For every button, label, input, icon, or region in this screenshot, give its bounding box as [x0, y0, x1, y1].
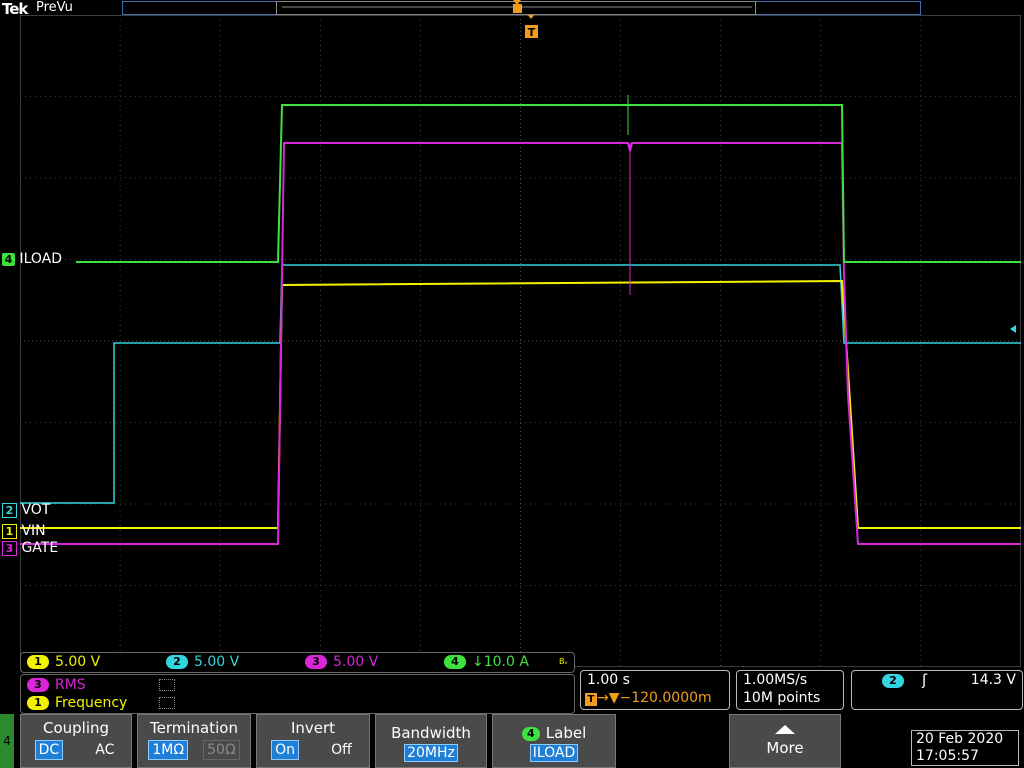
termination-1mohm[interactable]: 1MΩ	[148, 740, 189, 760]
channel-scale-readout: 1 5.00 V 2 5.00 V 3 5.00 V 4 ↓10.0 A Bᵥ	[20, 652, 575, 673]
sample-rate: 1.00MS/s	[743, 672, 808, 688]
ch3-label: GATE	[21, 540, 59, 556]
coupling-ac[interactable]: AC	[92, 741, 117, 759]
coupling-title: Coupling	[42, 719, 110, 737]
ch4-label: ILOAD	[19, 251, 63, 267]
invert-on[interactable]: On	[271, 740, 300, 760]
horizontal-position: T →▼−120.0000m	[585, 690, 727, 706]
horizontal-scale: 1.00 s	[587, 672, 630, 688]
coupling-button[interactable]: Coupling DC AC	[20, 714, 132, 768]
trigger-source: 2	[882, 674, 904, 688]
bandwidth-limit-indicator: Bᵥ	[559, 657, 568, 666]
ch4-scale[interactable]: 4 ↓10.0 A	[444, 654, 529, 670]
coupling-dc[interactable]: DC	[34, 740, 64, 760]
ch2-marker[interactable]: 2 VOT	[2, 502, 50, 518]
trigger-readout[interactable]: 2 ʃ 14.3 V	[851, 670, 1023, 710]
ch4-badge: 4	[2, 253, 15, 266]
horizontal-readout[interactable]: 1.00 s T →▼−120.0000m	[580, 670, 730, 710]
date-time-display: 20 Feb 2020 17:05:57	[911, 730, 1019, 766]
measurement-rms: 3 RMS	[27, 677, 86, 693]
ch1-scale[interactable]: 1 5.00 V	[27, 654, 100, 670]
more-label: More	[766, 739, 804, 757]
ch3-badge: 3	[2, 541, 17, 556]
acquisition-readout[interactable]: 1.00MS/s 10M points	[736, 670, 844, 710]
top-bar: Tek PreVu	[0, 0, 1024, 18]
bandwidth-button[interactable]: Bandwidth 20MHz	[375, 714, 487, 768]
more-button[interactable]: More	[729, 714, 841, 768]
time: 17:05:57	[916, 748, 979, 764]
measurement-frequency: 1 Frequency	[27, 695, 127, 711]
ch1-label: VIN	[21, 523, 46, 539]
invert-button[interactable]: Invert On Off	[256, 714, 370, 768]
label-button[interactable]: 4 Label ILOAD	[492, 714, 616, 768]
ch4-marker[interactable]: 4 ILOAD	[2, 251, 62, 267]
svg-text:T: T	[528, 26, 536, 39]
ch3-marker[interactable]: 3 GATE	[2, 540, 58, 556]
measurement-readout[interactable]: 3 RMS 1 Frequency	[20, 674, 575, 714]
trigger-level: 14.3 V	[970, 672, 1016, 688]
waveform-display[interactable]: T	[20, 15, 1021, 667]
ch2-label: VOT	[21, 502, 51, 518]
termination-50ohm[interactable]: 50Ω	[203, 740, 240, 760]
record-length: 10M points	[743, 690, 821, 706]
invert-title: Invert	[290, 719, 336, 737]
label-value: ILOAD	[529, 744, 579, 762]
trigger-t-icon: T	[585, 693, 597, 706]
measurement-value-placeholder	[159, 697, 175, 709]
bandwidth-title: Bandwidth	[391, 724, 471, 742]
trigger-pos-marker-icon	[282, 0, 752, 13]
ch1-marker[interactable]: 1 VIN	[2, 523, 46, 539]
ch3-scale[interactable]: 3 5.00 V	[305, 654, 378, 670]
termination-button[interactable]: Termination 1MΩ 50Ω	[137, 714, 251, 768]
ch2-badge: 2	[2, 503, 17, 518]
date: 20 Feb 2020	[916, 731, 1004, 747]
measurement-value-placeholder	[159, 679, 175, 691]
ch2-scale[interactable]: 2 5.00 V	[166, 654, 239, 670]
termination-title: Termination	[150, 719, 238, 737]
menu-channel-tab: 4	[0, 714, 14, 768]
invert-off[interactable]: Off	[328, 741, 355, 759]
bandwidth-value: 20MHz	[404, 744, 458, 762]
trigger-slope-icon: ʃ	[922, 671, 928, 689]
label-title: 4 Label	[493, 724, 615, 742]
ch1-badge: 1	[2, 524, 17, 539]
up-arrow-icon	[775, 725, 795, 734]
